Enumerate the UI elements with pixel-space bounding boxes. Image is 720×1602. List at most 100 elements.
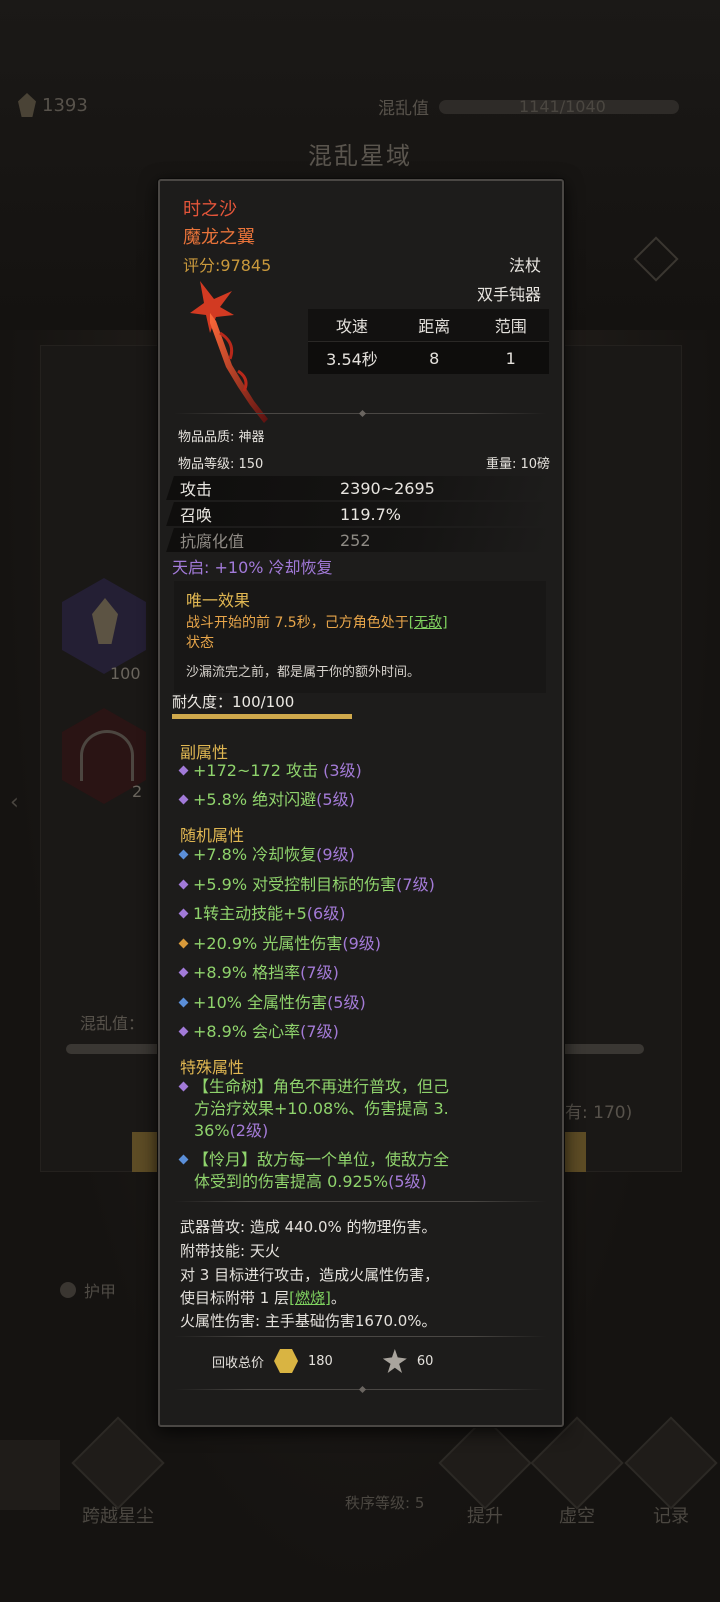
sub-attribute: +172~172 攻击 (3级) [178, 761, 545, 781]
attribute-value: 252 [340, 530, 371, 550]
stat-header-range: 距离 [418, 317, 451, 336]
item-name: 时之沙 [183, 199, 237, 220]
gem-icon [178, 938, 189, 949]
resource-count: 1393 [42, 94, 88, 116]
weapon-stat-table: 攻速 距离 范围 3.54秒 8 1 [308, 309, 549, 374]
nav-cross-stardust[interactable]: 跨越星尘 [71, 1416, 165, 1528]
item-quality: 物品品质: 神器 [178, 430, 265, 445]
recycle-shard: 60 [416, 1353, 434, 1369]
void-icon [530, 1416, 624, 1510]
skill-name: 附带技能: 天火 [180, 1242, 280, 1260]
random-attribute: +5.9% 对受控制目标的伤害(7级) [178, 875, 545, 895]
divider [174, 1385, 546, 1394]
record-icon [624, 1416, 718, 1510]
special-attribute: 【生命树】角色不再进行普攻，但己 方治疗效果+10.08%、伤害提高 3. 36%(… [178, 1076, 545, 1142]
stat-header-area: 范围 [494, 317, 527, 336]
durability-fill [172, 714, 352, 719]
durability-label: 耐久度：100/100 [172, 693, 295, 711]
stat-header-speed: 攻速 [335, 317, 368, 336]
nav-upgrade[interactable]: 提升 [438, 1416, 532, 1528]
unique-effect-title: 唯一效果 [186, 591, 251, 610]
special-attributes-title: 特殊属性 [180, 1058, 245, 1077]
stat-header-row: 攻速 距离 范围 [308, 309, 549, 341]
random-attribute: +7.8% 冷却恢复(9级) [178, 845, 545, 865]
divider [174, 1336, 546, 1337]
divider [174, 409, 546, 418]
gem-icon [178, 765, 189, 776]
recycle-info: 回收总价 180 60 [212, 1349, 433, 1373]
stat-value-area: 1 [505, 348, 516, 368]
skill-desc-2: 使目标附带 1 层[燃烧]。 [180, 1289, 346, 1307]
divider [174, 1201, 546, 1202]
chaos-label: 混乱值 [378, 99, 429, 119]
zone-title: 混乱星域 [308, 142, 412, 170]
arrow-up-icon [438, 1416, 532, 1510]
item-tooltip[interactable]: 时之沙 魔龙之翼 评分:97845 法杖 双手钝器 攻速 距离 范围 3.54秒… [158, 179, 564, 1427]
chaos-value: 1141/1040 [519, 96, 606, 116]
gem-icon [178, 1081, 189, 1092]
attribute-name: 攻击 [180, 480, 213, 499]
gem-icon [178, 794, 189, 805]
attribute-name: 召唤 [180, 506, 213, 525]
shield-icon [60, 1282, 76, 1298]
stat-value-row: 3.54秒 8 1 [308, 341, 549, 374]
attribute-name: 抗腐化值 [180, 532, 245, 551]
random-attribute: 1转主动技能+5(6级) [178, 904, 545, 924]
gold-coin-icon [274, 1349, 299, 1373]
random-attributes-title: 随机属性 [180, 826, 245, 845]
item-level: 物品等级: 150 [178, 457, 264, 472]
chaos-bar: 1141/1040 [439, 96, 679, 116]
attribute-row: 召唤 119.7% [166, 502, 552, 526]
chevron-left-icon[interactable]: ‹ [10, 790, 19, 815]
sub-attribute: +5.8% 绝对闪避(5级) [178, 790, 545, 810]
attribute-row: 攻击 2390~2695 [166, 476, 552, 500]
gem-icon [178, 849, 189, 860]
gem-icon [178, 997, 189, 1008]
chaos-label-2: 混乱值： [80, 1014, 145, 1033]
armor-label: 护甲 [84, 1282, 117, 1301]
fire-damage-text: 火属性伤害: 主手基础伤害1670.0%。 [180, 1312, 437, 1330]
sub-attributes-title: 副属性 [180, 743, 229, 762]
armor-info: 护甲 [60, 1278, 116, 1302]
skill-desc-1: 对 3 目标进行攻击，造成火属性伤害， [180, 1266, 440, 1284]
gem-icon [178, 908, 189, 919]
item-subname: 魔龙之翼 [183, 227, 255, 248]
sextant-icon [80, 730, 134, 781]
nav-record[interactable]: 记录 [624, 1416, 718, 1528]
random-attribute: +20.9% 光属性伤害(9级) [178, 934, 545, 954]
random-attribute: +8.9% 会心率(7级) [178, 1022, 545, 1042]
unique-effect-desc: 战斗开始的前 7.5秒，己方角色处于[无敌] 状态 [186, 615, 448, 651]
recycle-label: 回收总价 [212, 1355, 265, 1371]
invincible-link[interactable]: [无敌] [409, 615, 448, 631]
shard-icon [382, 1349, 407, 1373]
stardust-icon [71, 1416, 165, 1510]
unique-effect-flavor: 沙漏流完之前，都是属于你的额外时间。 [186, 665, 421, 680]
random-attribute: +10% 全属性伤害(5级) [178, 993, 545, 1013]
staff-icon [190, 281, 268, 423]
attribute-row: 抗腐化值 252 [166, 528, 552, 552]
item-weight: 重量: 10磅 [485, 457, 550, 472]
burn-link[interactable]: [燃烧] [289, 1289, 331, 1307]
crystal-count: 100 [110, 664, 141, 683]
resource-counter: 1393 [18, 93, 88, 117]
random-attribute: +8.9% 格挡率(7级) [178, 963, 545, 983]
recycle-gold: 180 [308, 1353, 333, 1369]
weapon-class: 双手钝器 [476, 285, 541, 304]
sextant-count: 2 [132, 782, 143, 801]
gem-icon [178, 1026, 189, 1037]
bottom-nav: 跨越星尘 提升 虚空 记录 [0, 1416, 720, 1602]
special-attribute: 【怜月】敌方每一个单位，使敌方全 体受到的伤害提高 0.925%(5级) [178, 1149, 545, 1193]
crystal-icon [18, 93, 36, 117]
attribute-value: 2390~2695 [340, 478, 435, 498]
attribute-value: 119.7% [340, 504, 402, 524]
order-level: 秩序等级: 5 [345, 1494, 425, 1512]
durability-bar [172, 714, 352, 719]
weapon-type: 法杖 [508, 256, 541, 275]
gem-icon [178, 967, 189, 978]
stat-value-speed: 3.54秒 [326, 350, 378, 369]
stat-value-range: 8 [429, 348, 440, 368]
gem-icon [178, 1154, 189, 1165]
apocalypse-effect: 天启: +10% 冷却恢复 [172, 558, 333, 577]
crystal-icon [92, 598, 118, 644]
nav-void[interactable]: 虚空 [530, 1416, 624, 1528]
